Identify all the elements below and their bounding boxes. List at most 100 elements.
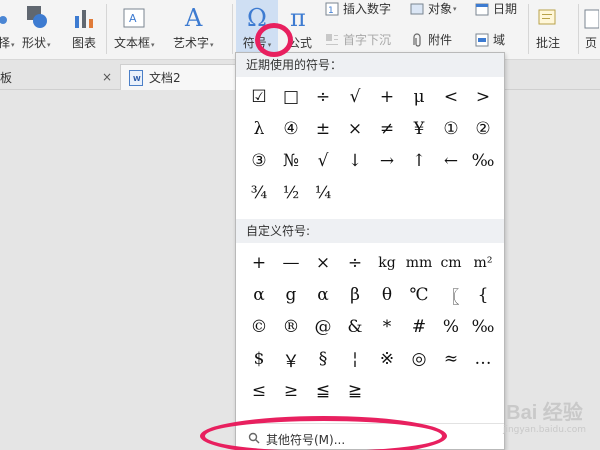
custom-symbol-cell[interactable]: ¦	[339, 343, 371, 375]
custom-symbol-cell[interactable]: &	[339, 311, 371, 343]
attachment-label: 附件	[428, 33, 453, 47]
recent-symbol-cell[interactable]: +	[371, 81, 403, 113]
symbol-button[interactable]: Ω 符号▾	[236, 0, 278, 52]
custom-symbol-cell[interactable]: ©	[243, 311, 275, 343]
custom-symbol-cell[interactable]: ◎	[403, 343, 435, 375]
recent-symbol-cell[interactable]: ¾	[243, 177, 275, 209]
recent-symbol-cell[interactable]: ②	[467, 113, 499, 145]
recent-symbol-cell[interactable]: ¥	[403, 113, 435, 145]
custom-symbol-cell[interactable]: α	[243, 279, 275, 311]
recent-symbol-cell[interactable]: ½	[275, 177, 307, 209]
custom-symbol-cell[interactable]: *	[371, 311, 403, 343]
date-label: 日期	[493, 2, 518, 16]
comment-button[interactable]: 批注	[536, 0, 560, 51]
select-button[interactable]: 择▾	[0, 0, 15, 51]
custom-symbol-cell[interactable]: g	[275, 279, 307, 311]
recent-symbol-cell[interactable]: ①	[435, 113, 467, 145]
tab-document2[interactable]: 文档2	[120, 64, 238, 90]
custom-symbol-cell[interactable]: ￥	[275, 343, 307, 375]
custom-symbol-cell[interactable]: ÷	[339, 247, 371, 279]
recent-symbol-cell[interactable]: →	[371, 145, 403, 177]
custom-symbol-cell[interactable]: +	[243, 247, 275, 279]
recent-symbols-grid: ☑ □ ÷ √ + μ < > λ ④ ± × ≠ ¥ ① ② ③ № √ ↓ → ↑ ← ‰ ¾ ½ ¼	[243, 81, 499, 209]
recent-symbol-cell[interactable]: ④	[275, 113, 307, 145]
textbox-icon: A	[122, 0, 146, 30]
insert-number-button[interactable]: 1 插入数字	[325, 0, 391, 17]
recent-symbol-cell[interactable]: μ	[403, 81, 435, 113]
custom-symbol-cell[interactable]: ≦	[307, 375, 339, 407]
date-button[interactable]: 日期	[475, 0, 517, 17]
chart-label: 图表	[72, 36, 97, 50]
custom-symbol-cell[interactable]: m²	[467, 247, 499, 279]
recent-symbol-cell[interactable]: √	[307, 145, 339, 177]
recent-symbol-cell[interactable]: ×	[339, 113, 371, 145]
tab-template[interactable]: 模板 ×	[0, 64, 118, 90]
recent-symbol-cell[interactable]: ←	[435, 145, 467, 177]
custom-symbol-cell[interactable]: α	[307, 279, 339, 311]
recent-symbol-cell[interactable]: ↓	[339, 145, 371, 177]
custom-symbol-cell[interactable]: kg	[371, 247, 403, 279]
select-label: 择	[0, 36, 11, 50]
formula-button[interactable]: π 公式	[288, 0, 312, 51]
custom-symbol-cell[interactable]: mm	[403, 247, 435, 279]
custom-symbol-cell[interactable]: ≥	[275, 375, 307, 407]
chart-button[interactable]: 图表	[72, 0, 96, 51]
custom-symbol-cell[interactable]: ※	[371, 343, 403, 375]
custom-symbol-cell[interactable]: @	[307, 311, 339, 343]
custom-symbol-cell[interactable]: $	[243, 343, 275, 375]
recent-symbol-cell[interactable]: √	[339, 81, 371, 113]
page-button[interactable]: 页	[583, 0, 599, 51]
calendar-icon	[475, 2, 489, 16]
custom-symbol-cell[interactable]: ®	[275, 311, 307, 343]
art-text-icon: A	[181, 0, 205, 30]
recent-symbol-cell[interactable]: ≠	[371, 113, 403, 145]
recent-symbol-cell[interactable]: □	[275, 81, 307, 113]
art-text-button[interactable]: A 艺术字▾	[173, 0, 214, 51]
custom-symbol-cell[interactable]: ≈	[435, 343, 467, 375]
recent-symbol-cell[interactable]: ÷	[307, 81, 339, 113]
custom-symbol-cell[interactable]: {	[467, 279, 499, 311]
custom-symbol-cell[interactable]: —	[275, 247, 307, 279]
recent-symbol-cell[interactable]: ‰	[467, 145, 499, 177]
recent-symbol-cell[interactable]: >	[467, 81, 499, 113]
tab-close-icon[interactable]: ×	[102, 70, 112, 84]
shape-button[interactable]: 形状▾	[22, 0, 51, 51]
recent-symbol-cell[interactable]: №	[275, 145, 307, 177]
formula-label: 公式	[288, 36, 313, 50]
tab-template-label: 模板	[0, 70, 13, 85]
custom-symbol-cell[interactable]: 〖	[435, 279, 467, 311]
recent-symbol-cell[interactable]: ↑	[403, 145, 435, 177]
custom-symbol-cell[interactable]: #	[403, 311, 435, 343]
symbol-dropdown-arrow[interactable]: ▾	[268, 41, 272, 49]
ribbon-toolbar: 择▾ 形状▾ 图表 A 文本框▾ A 艺术字▾ Ω 符号▾ π 公式 1 插入数…	[0, 0, 600, 60]
page-label: 页	[584, 36, 597, 50]
custom-symbol-cell[interactable]: cm	[435, 247, 467, 279]
recent-symbol-cell[interactable]: ±	[307, 113, 339, 145]
recent-symbol-cell[interactable]: <	[435, 81, 467, 113]
custom-symbol-cell[interactable]: …	[467, 343, 499, 375]
symbol-dropdown-panel: 近期使用的符号： ☑ □ ÷ √ + μ < > λ ④ ± × ≠ ¥ ① ② ③ № √ ↓ → ↑ ← ‰ ¾ ½ ¼ 自定义…	[235, 52, 505, 450]
recent-symbol-cell[interactable]: ③	[243, 145, 275, 177]
custom-symbol-cell[interactable]: ×	[307, 247, 339, 279]
textbox-button[interactable]: A 文本框▾	[114, 0, 155, 51]
dropcap-icon	[325, 33, 339, 47]
field-button[interactable]: 域	[475, 31, 505, 48]
custom-symbol-cell[interactable]: ≧	[339, 375, 371, 407]
dropcap-button: 首字下沉	[325, 31, 391, 48]
attachment-button[interactable]: 附件	[410, 31, 452, 48]
custom-symbol-cell[interactable]: ≤	[243, 375, 275, 407]
recent-symbol-cell[interactable]: ☑	[243, 81, 275, 113]
custom-symbol-cell[interactable]: θ	[371, 279, 403, 311]
custom-symbol-cell[interactable]: %	[435, 311, 467, 343]
more-symbols-button[interactable]: 其他符号(M)...	[236, 427, 504, 449]
svg-text:1: 1	[328, 6, 334, 16]
custom-symbol-cell[interactable]: β	[339, 279, 371, 311]
custom-symbol-cell[interactable]: §	[307, 343, 339, 375]
custom-symbol-cell[interactable]: ℃	[403, 279, 435, 311]
more-symbols-label: 其他符号(M)...	[266, 432, 346, 447]
custom-symbol-cell[interactable]: ‰	[467, 311, 499, 343]
field-label: 域	[493, 33, 506, 47]
object-button[interactable]: 对象 ▾	[410, 0, 457, 17]
recent-symbol-cell[interactable]: λ	[243, 113, 275, 145]
recent-symbol-cell[interactable]: ¼	[307, 177, 339, 209]
